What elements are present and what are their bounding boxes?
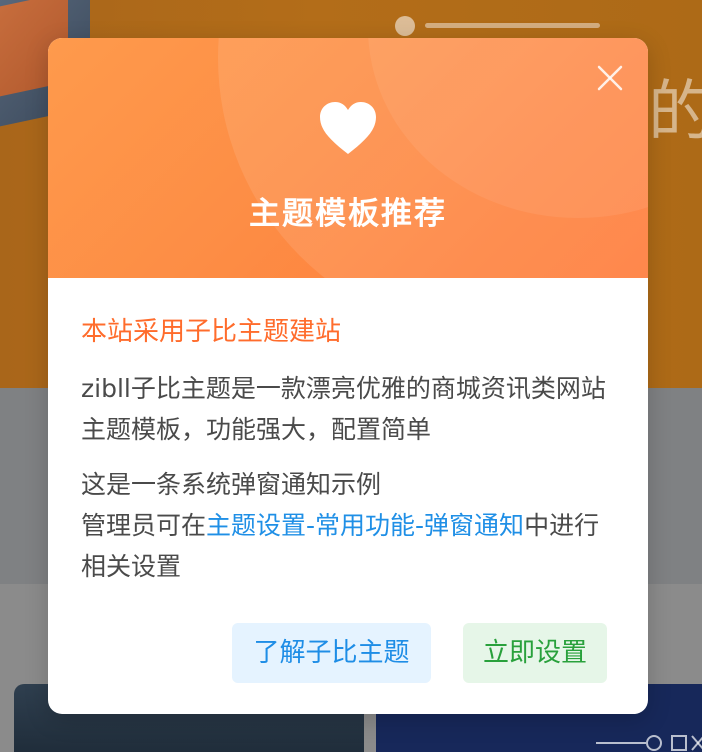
configure-now-button[interactable]: 立即设置 <box>463 623 607 683</box>
notice-text: 这是一条系统弹窗通知示例 管理员可在主题设置-常用功能-弹窗通知中进行相关设置 <box>81 464 615 587</box>
window-controls-icon <box>596 735 702 751</box>
popup-notice-modal: 主题模板推荐 本站采用子比主题建站 zibll子比主题是一款漂亮优雅的商城资讯类… <box>48 38 648 714</box>
modal-title: 主题模板推荐 <box>249 196 447 232</box>
decorative-dot <box>395 16 415 36</box>
settings-path-link[interactable]: 主题设置-常用功能-弹窗通知 <box>206 511 524 540</box>
modal-actions: 了解子比主题 立即设置 <box>48 623 648 683</box>
modal-body: 本站采用子比主题建站 zibll子比主题是一款漂亮优雅的商城资讯类网站主题模板，… <box>48 278 648 587</box>
learn-theme-button[interactable]: 了解子比主题 <box>232 623 431 683</box>
heart-icon <box>318 100 378 156</box>
hero-text-fragment: 的 <box>648 73 702 150</box>
theme-description: zibll子比主题是一款漂亮优雅的商城资讯类网站主题模板，功能强大，配置简单 <box>81 374 606 444</box>
notice-prefix: 管理员可在 <box>81 511 207 540</box>
modal-subtitle: 本站采用子比主题建站 <box>81 317 342 347</box>
close-icon[interactable] <box>594 62 626 94</box>
modal-header: 主题模板推荐 <box>48 38 648 278</box>
notice-line: 这是一条系统弹窗通知示例 <box>81 470 382 499</box>
decorative-line <box>425 23 600 28</box>
